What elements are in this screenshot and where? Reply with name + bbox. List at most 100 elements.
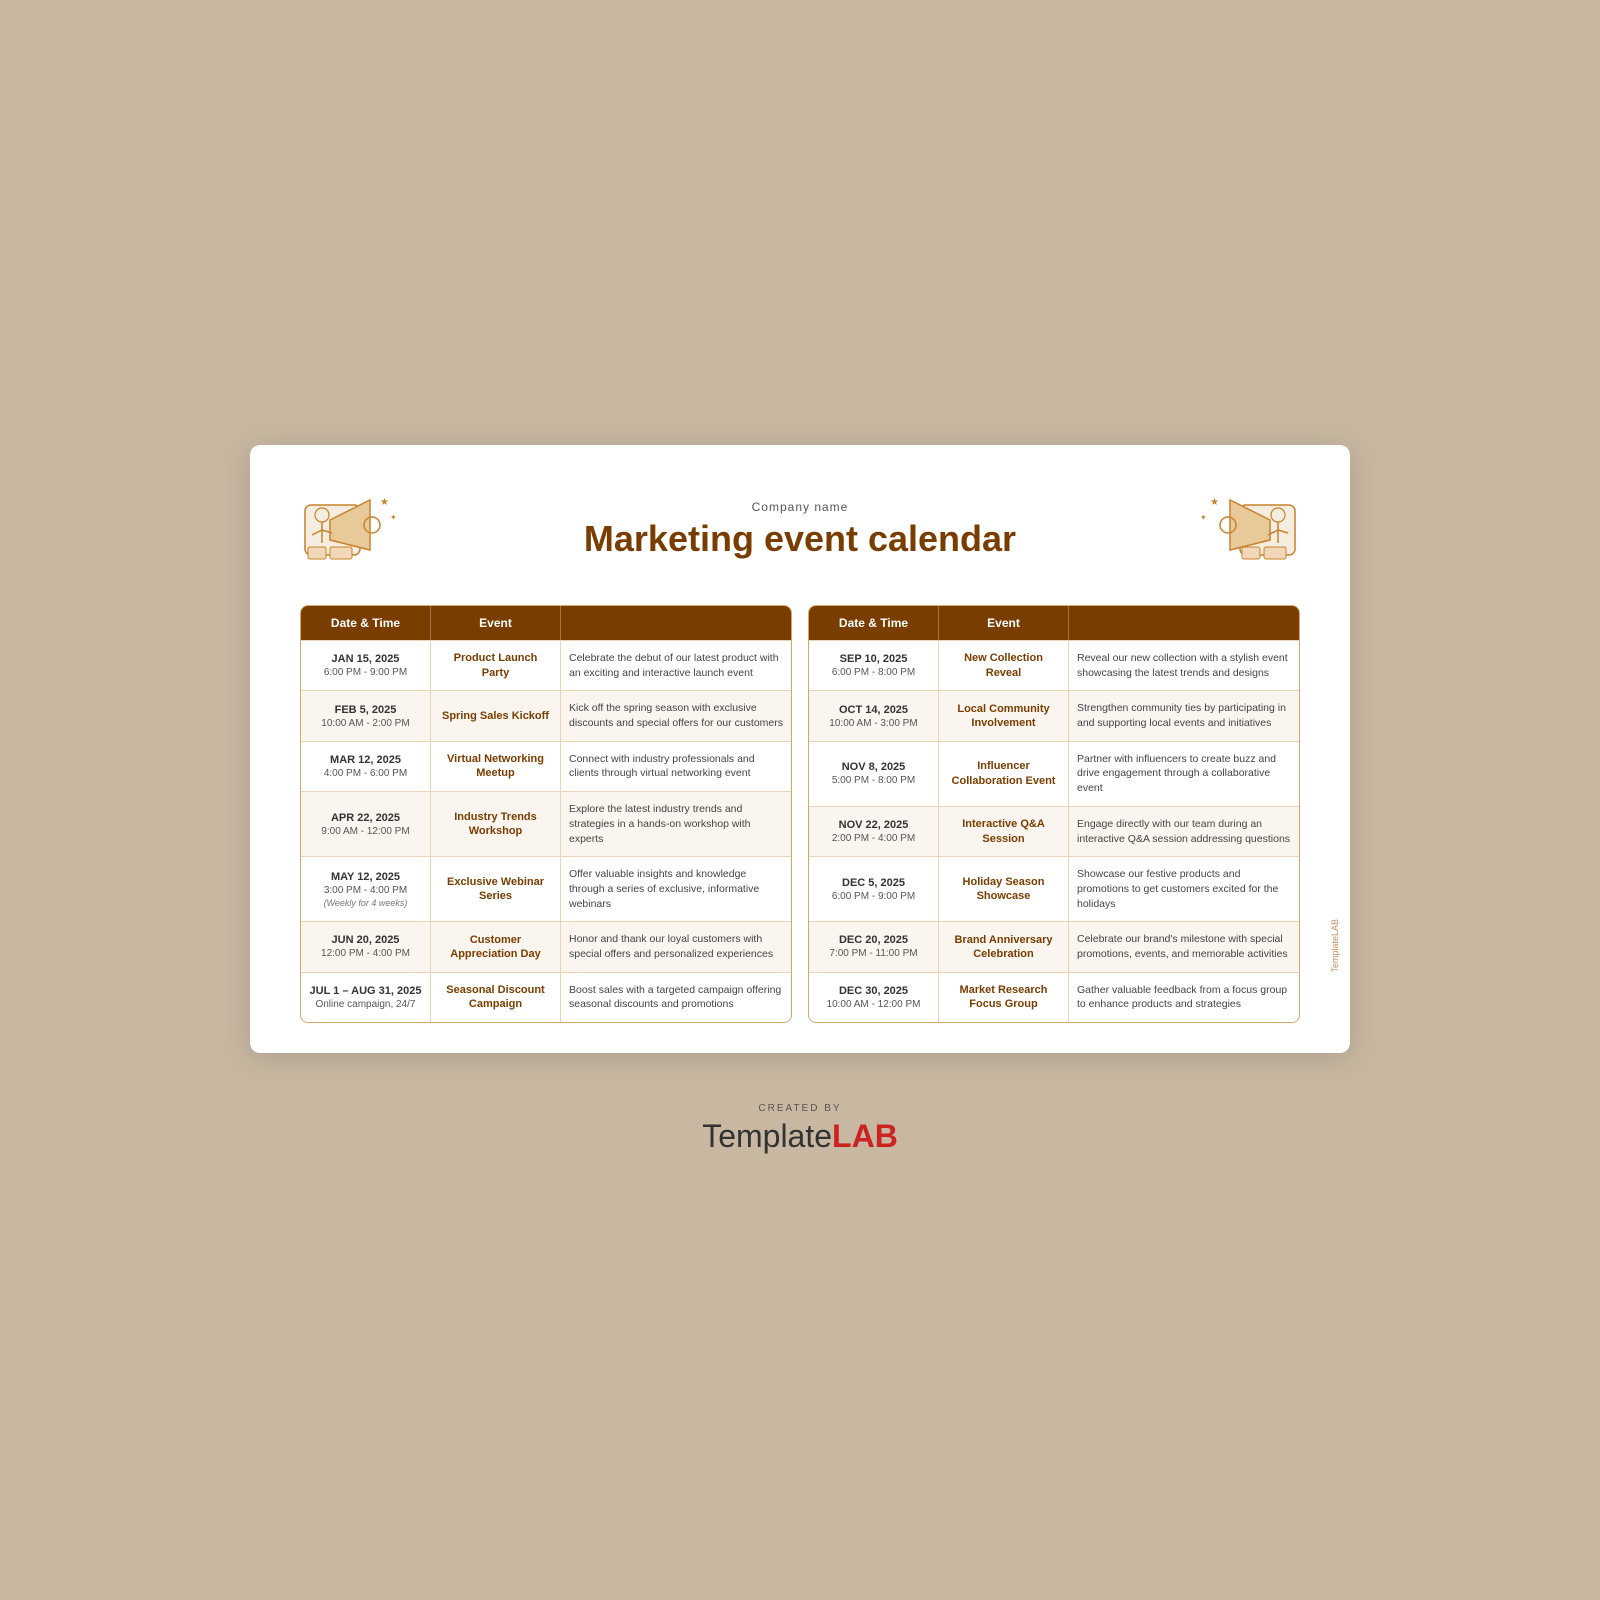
table-row: NOV 8, 2025 5:00 PM - 8:00 PM Influencer C… — [809, 741, 1299, 806]
event-name: Influencer Collaboration Event — [947, 759, 1060, 788]
date-cell: APR 22, 2025 9:00 AM - 12:00 PM — [301, 792, 431, 856]
date-time: 12:00 PM - 4:00 PM — [321, 948, 410, 959]
event-name: Local Community Involvement — [947, 702, 1060, 731]
date-time: 3:00 PM - 4:00 PM — [324, 885, 407, 896]
date-cell: JAN 15, 2025 6:00 PM - 9:00 PM — [301, 641, 431, 690]
event-name: Market Research Focus Group — [947, 983, 1060, 1012]
event-name: Holiday Season Showcase — [947, 875, 1060, 904]
right-table-body: SEP 10, 2025 6:00 PM - 8:00 PM New Collect… — [809, 640, 1299, 1022]
svg-text:★: ★ — [380, 497, 389, 508]
description-cell: Boost sales with a targeted campaign off… — [561, 973, 791, 1022]
date-main: NOV 8, 2025 — [842, 761, 906, 773]
right-table-header: Date & Time Event — [809, 606, 1299, 640]
calendar-grid: Date & Time Event JAN 15, 2025 6:00 PM - … — [300, 605, 1300, 1023]
date-main: JAN 15, 2025 — [332, 653, 400, 665]
table-row: DEC 20, 20257:00 PM - 11:00 PMBrand Anni… — [809, 921, 1299, 971]
event-name-cell: Local Community Involvement — [939, 691, 1069, 740]
date-time: 9:00 AM - 12:00 PM — [321, 826, 409, 837]
event-name: Virtual Networking Meetup — [439, 752, 552, 781]
table-row: DEC 5, 20256:00 PM - 9:00 PMHoliday Seas… — [809, 856, 1299, 921]
description-cell: Celebrate the debut of our latest produc… — [561, 641, 791, 690]
table-row: DEC 30, 202510:00 AM - 12:00 PMMarket Re… — [809, 972, 1299, 1022]
right-illustration: ★ ✦ — [1180, 485, 1300, 575]
event-name-cell: Customer Appreciation Day — [431, 922, 561, 971]
description-cell: Partner with influencers to create buzz … — [1069, 742, 1299, 806]
table-row: MAR 12, 2025 4:00 PM - 6:00 PM Virtual Net… — [301, 741, 791, 791]
event-name-cell: Influencer Collaboration Event — [939, 742, 1069, 806]
left-table: Date & Time Event JAN 15, 2025 6:00 PM - … — [300, 605, 792, 1023]
header: ★ ✦ Company name Marketing event calenda… — [300, 485, 1300, 575]
company-name: Company name — [440, 500, 1160, 514]
date-time: 5:00 PM - 8:00 PM — [832, 775, 915, 786]
description-cell: Engage directly with our team during an … — [1069, 807, 1299, 856]
left-table-header: Date & Time Event — [301, 606, 791, 640]
date-main: JUL 1 – AUG 31, 2025 — [310, 985, 422, 997]
event-name-cell: Exclusive Webinar Series — [431, 857, 561, 921]
event-name: Spring Sales Kickoff — [442, 709, 549, 723]
date-main: MAR 12, 2025 — [330, 754, 401, 766]
table-row: APR 22, 2025 9:00 AM - 12:00 PM Industry T… — [301, 791, 791, 856]
table-row: NOV 22, 20252:00 PM - 4:00 PMInteractive… — [809, 806, 1299, 856]
table-row: OCT 14, 202510:00 AM - 3:00 PMLocal Comm… — [809, 690, 1299, 740]
event-name-cell: Market Research Focus Group — [939, 973, 1069, 1022]
date-main: FEB 5, 2025 — [335, 704, 397, 716]
date-main: NOV 22, 2025 — [839, 819, 909, 831]
date-cell: JUN 20, 2025 12:00 PM - 4:00 PM — [301, 922, 431, 971]
event-name: Interactive Q&A Session — [947, 817, 1060, 846]
calendar-title: Marketing event calendar — [440, 518, 1160, 560]
svg-text:✦: ✦ — [1200, 513, 1207, 522]
svg-text:✦: ✦ — [390, 513, 397, 522]
left-col-date-header: Date & Time — [301, 606, 431, 640]
event-name-cell: Holiday Season Showcase — [939, 857, 1069, 921]
event-name-cell: Interactive Q&A Session — [939, 807, 1069, 856]
date-main: MAY 12, 2025 — [331, 871, 400, 883]
table-row: MAY 12, 2025 3:00 PM - 4:00 PM (Weekly for… — [301, 856, 791, 921]
event-name-cell: Seasonal Discount Campaign — [431, 973, 561, 1022]
watermark: TemplateLAB — [1330, 919, 1340, 973]
description-cell: Celebrate our brand's milestone with spe… — [1069, 922, 1299, 971]
date-note: (Weekly for 4 weeks) — [324, 898, 408, 908]
date-cell: NOV 8, 2025 5:00 PM - 8:00 PM — [809, 742, 939, 806]
description-cell: Explore the latest industry trends and s… — [561, 792, 791, 856]
description-cell: Honor and thank our loyal customers with… — [561, 922, 791, 971]
date-cell: FEB 5, 202510:00 AM - 2:00 PM — [301, 691, 431, 740]
date-time: 6:00 PM - 8:00 PM — [832, 667, 915, 678]
event-name: Customer Appreciation Day — [439, 933, 552, 962]
right-col-date-header: Date & Time — [809, 606, 939, 640]
date-time: 4:00 PM - 6:00 PM — [324, 768, 407, 779]
date-main: APR 22, 2025 — [331, 812, 400, 824]
footer-branding: CREATED BY TemplateLAB — [702, 1103, 898, 1155]
date-main: SEP 10, 2025 — [840, 653, 908, 665]
table-row: JAN 15, 2025 6:00 PM - 9:00 PM Product Lau… — [301, 640, 791, 690]
date-time: 10:00 AM - 12:00 PM — [827, 999, 921, 1010]
right-col-desc-header — [1069, 606, 1299, 640]
description-cell: Connect with industry professionals and … — [561, 742, 791, 791]
header-text: Company name Marketing event calendar — [440, 500, 1160, 560]
event-name: Industry Trends Workshop — [439, 810, 552, 839]
description-cell: Reveal our new collection with a stylish… — [1069, 641, 1299, 690]
event-name-cell: Product Launch Party — [431, 641, 561, 690]
date-main: JUN 20, 2025 — [332, 934, 400, 946]
left-col-event-header: Event — [431, 606, 561, 640]
date-time: 6:00 PM - 9:00 PM — [324, 667, 407, 678]
description-cell: Offer valuable insights and knowledge th… — [561, 857, 791, 921]
description-cell: Kick off the spring season with exclusiv… — [561, 691, 791, 740]
right-table: Date & Time Event SEP 10, 2025 6:00 PM - … — [808, 605, 1300, 1023]
date-time: 6:00 PM - 9:00 PM — [832, 891, 915, 902]
date-cell: JUL 1 – AUG 31, 2025Online campaign, 24/… — [301, 973, 431, 1022]
brand-lab: LAB — [832, 1118, 898, 1154]
description-cell: Strengthen community ties by participati… — [1069, 691, 1299, 740]
table-row: FEB 5, 202510:00 AM - 2:00 PM Spring Sale… — [301, 690, 791, 740]
event-name-cell: Spring Sales Kickoff — [431, 691, 561, 740]
date-cell: MAR 12, 2025 4:00 PM - 6:00 PM — [301, 742, 431, 791]
event-name-cell: Industry Trends Workshop — [431, 792, 561, 856]
created-by-label: CREATED BY — [702, 1103, 898, 1114]
left-table-body: JAN 15, 2025 6:00 PM - 9:00 PM Product Lau… — [301, 640, 791, 1022]
date-time: 7:00 PM - 11:00 PM — [829, 948, 917, 959]
event-name-cell: Virtual Networking Meetup — [431, 742, 561, 791]
event-name-cell: Brand Anniversary Celebration — [939, 922, 1069, 971]
brand-template: Template — [702, 1118, 832, 1154]
date-time: 10:00 AM - 3:00 PM — [829, 718, 917, 729]
event-name: New Collection Reveal — [947, 651, 1060, 680]
event-name: Exclusive Webinar Series — [439, 875, 552, 904]
